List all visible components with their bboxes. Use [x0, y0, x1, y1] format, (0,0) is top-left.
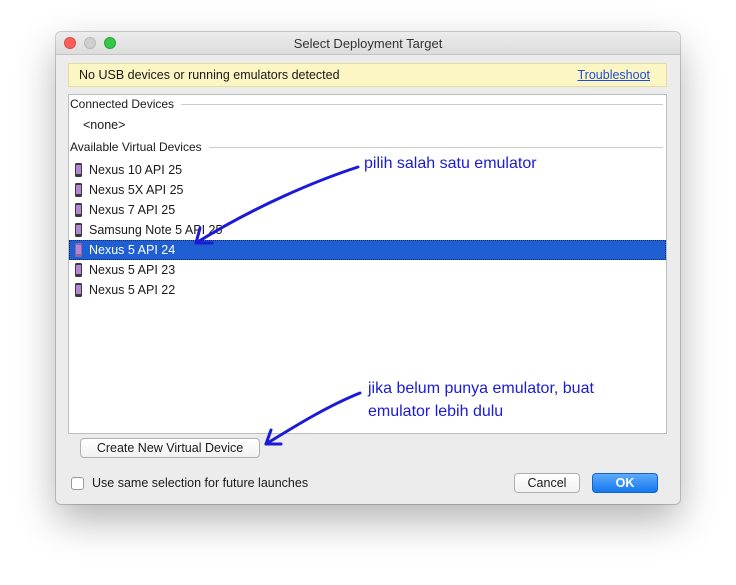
annotation-create-emulator-line1: jika belum punya emulator, buat: [368, 380, 594, 397]
device-row-nexus-5-api-22[interactable]: Nexus 5 API 22: [69, 280, 666, 300]
device-label: Nexus 10 API 25: [89, 163, 183, 177]
device-label: Nexus 5X API 25: [89, 183, 184, 197]
connected-devices-label: Connected Devices: [70, 97, 175, 111]
create-virtual-device-button[interactable]: Create New Virtual Device: [80, 438, 260, 458]
phone-icon: [75, 263, 82, 277]
device-row-nexus-5-api-23[interactable]: Nexus 5 API 23: [69, 260, 666, 280]
connected-devices-header: Connected Devices: [70, 97, 663, 111]
troubleshoot-link[interactable]: Troubleshoot: [578, 68, 651, 82]
phone-icon: [75, 283, 82, 297]
ok-button[interactable]: OK: [592, 473, 658, 493]
device-row-nexus-7-api-25[interactable]: Nexus 7 API 25: [69, 200, 666, 220]
available-devices-label: Available Virtual Devices: [70, 140, 202, 154]
phone-icon: [75, 183, 82, 197]
title-bar: Select Deployment Target: [56, 32, 680, 55]
device-label: Nexus 5 API 23: [89, 263, 176, 277]
banner-message: No USB devices or running emulators dete…: [79, 68, 340, 82]
no-devices-banner: No USB devices or running emulators dete…: [68, 63, 667, 87]
annotation-choose-emulator: pilih salah satu emulator: [364, 155, 537, 172]
cancel-button[interactable]: Cancel: [514, 473, 580, 493]
device-label: Samsung Note 5 API 25: [89, 223, 223, 237]
device-row-samsung-note-5-api-25[interactable]: Samsung Note 5 API 25: [69, 220, 666, 240]
device-row-nexus-5x-api-25[interactable]: Nexus 5X API 25: [69, 180, 666, 200]
window-title: Select Deployment Target: [293, 36, 443, 51]
phone-icon: [75, 203, 82, 217]
section-divider: [208, 146, 663, 148]
device-row-nexus-5-api-24[interactable]: Nexus 5 API 24: [69, 240, 666, 260]
same-selection-option[interactable]: Use same selection for future launches: [71, 476, 308, 490]
section-divider: [181, 103, 663, 105]
device-label: Nexus 5 API 22: [89, 283, 176, 297]
phone-icon: [75, 223, 82, 237]
phone-icon: [75, 243, 82, 257]
annotation-create-emulator-line2: emulator lebih dulu: [368, 403, 504, 420]
device-label: Nexus 7 API 25: [89, 203, 176, 217]
same-selection-checkbox[interactable]: [71, 476, 84, 490]
phone-icon: [75, 163, 82, 177]
no-connected-device: <none>: [83, 118, 126, 132]
device-label: Nexus 5 API 24: [89, 243, 176, 257]
deployment-dialog: Select Deployment Target No USB devices …: [56, 32, 680, 504]
same-selection-label: Use same selection for future launches: [92, 476, 309, 490]
